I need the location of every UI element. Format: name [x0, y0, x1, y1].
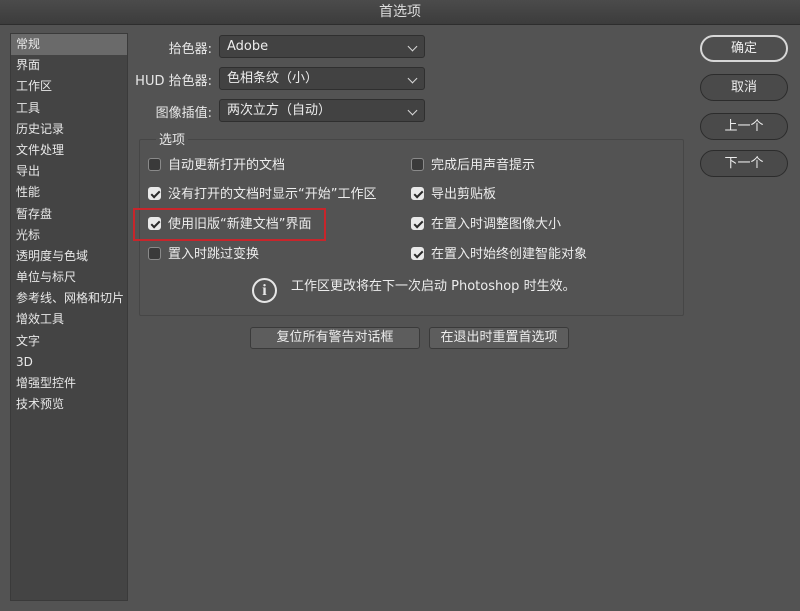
- checkbox-icon: [411, 217, 424, 230]
- preferences-window: 首选项 常规 界面 工作区 工具 历史记录 文件处理 导出 性能 暂存盘 光标 透明度与色域 单位与标…: [0, 0, 800, 611]
- sidebar-item[interactable]: 暂存盘: [11, 204, 127, 225]
- sidebar-item[interactable]: 光标: [11, 225, 127, 246]
- always-smart-objects-label: 在置入时始终创建智能对象: [431, 247, 588, 262]
- show-start-workspace-checkbox[interactable]: 没有打开的文档时显示“开始”工作区: [148, 186, 376, 204]
- skip-transform-checkbox[interactable]: 置入时跳过变换: [148, 246, 259, 264]
- previous-button[interactable]: 上一个: [700, 113, 788, 140]
- sidebar-item[interactable]: 导出: [11, 161, 127, 182]
- highlight-annotation-box: [133, 208, 326, 241]
- info-icon: i: [252, 278, 277, 303]
- sidebar-item[interactable]: 单位与标尺: [11, 267, 127, 288]
- checkbox-icon: [411, 158, 424, 171]
- sidebar-item[interactable]: 工作区: [11, 76, 127, 97]
- sidebar-item[interactable]: 技术预览: [11, 394, 127, 415]
- hud-color-picker-label: HUD 拾色器:: [135, 74, 212, 89]
- chevron-down-icon: [407, 73, 418, 84]
- sidebar-item[interactable]: 参考线、网格和切片: [11, 288, 127, 309]
- sidebar-item[interactable]: 界面: [11, 55, 127, 76]
- hud-color-picker-select[interactable]: 色相条纹（小）: [219, 67, 425, 90]
- sidebar-item[interactable]: 增强型控件: [11, 373, 127, 394]
- sidebar-item[interactable]: 透明度与色域: [11, 246, 127, 267]
- auto-update-docs-checkbox[interactable]: 自动更新打开的文档: [148, 157, 285, 175]
- preferences-sidebar: 常规 界面 工作区 工具 历史记录 文件处理 导出 性能 暂存盘 光标 透明度与色域 单位与标尺 参考线…: [10, 33, 128, 601]
- export-clipboard-label: 导出剪贴板: [431, 187, 497, 202]
- auto-update-docs-label: 自动更新打开的文档: [168, 158, 286, 173]
- beep-when-done-label: 完成后用声音提示: [431, 158, 536, 173]
- hud-color-picker-value: 色相条纹（小）: [227, 71, 319, 86]
- next-button[interactable]: 下一个: [700, 150, 788, 177]
- image-interpolation-select[interactable]: 两次立方（自动）: [219, 99, 425, 122]
- skip-transform-label: 置入时跳过变换: [168, 247, 260, 262]
- sidebar-item[interactable]: 文字: [11, 331, 127, 352]
- sidebar-item[interactable]: 3D: [11, 352, 127, 373]
- chevron-down-icon: [407, 105, 418, 116]
- always-smart-objects-checkbox[interactable]: 在置入时始终创建智能对象: [411, 246, 587, 264]
- reset-warnings-button[interactable]: 复位所有警告对话框: [250, 327, 420, 349]
- sidebar-item[interactable]: 常规: [11, 34, 127, 56]
- show-start-workspace-label: 没有打开的文档时显示“开始”工作区: [168, 187, 377, 202]
- beep-when-done-checkbox[interactable]: 完成后用声音提示: [411, 157, 535, 175]
- sidebar-item[interactable]: 文件处理: [11, 140, 127, 161]
- options-group-title: 选项: [156, 129, 189, 148]
- ok-button[interactable]: 确定: [700, 35, 788, 62]
- color-picker-value: Adobe: [227, 39, 269, 54]
- resize-on-place-label: 在置入时调整图像大小: [431, 217, 562, 232]
- color-picker-select[interactable]: Adobe: [219, 35, 425, 58]
- checkbox-icon: [148, 247, 161, 260]
- info-message: 工作区更改将在下一次启动 Photoshop 时生效。: [291, 279, 576, 294]
- image-interpolation-value: 两次立方（自动）: [227, 103, 332, 118]
- checkbox-icon: [148, 158, 161, 171]
- color-picker-label: 拾色器:: [168, 42, 212, 57]
- checkbox-icon: [411, 247, 424, 260]
- cancel-button[interactable]: 取消: [700, 74, 788, 101]
- reset-prefs-on-quit-button[interactable]: 在退出时重置首选项: [429, 327, 569, 349]
- checkbox-icon: [148, 187, 161, 200]
- image-interpolation-label: 图像插值:: [155, 106, 212, 121]
- window-title: 首选项: [0, 0, 800, 25]
- sidebar-item[interactable]: 历史记录: [11, 119, 127, 140]
- sidebar-item[interactable]: 增效工具: [11, 309, 127, 330]
- sidebar-item[interactable]: 性能: [11, 182, 127, 203]
- checkbox-icon: [411, 187, 424, 200]
- chevron-down-icon: [407, 41, 418, 52]
- export-clipboard-checkbox[interactable]: 导出剪贴板: [411, 186, 496, 204]
- resize-on-place-checkbox[interactable]: 在置入时调整图像大小: [411, 216, 561, 234]
- sidebar-item[interactable]: 工具: [11, 98, 127, 119]
